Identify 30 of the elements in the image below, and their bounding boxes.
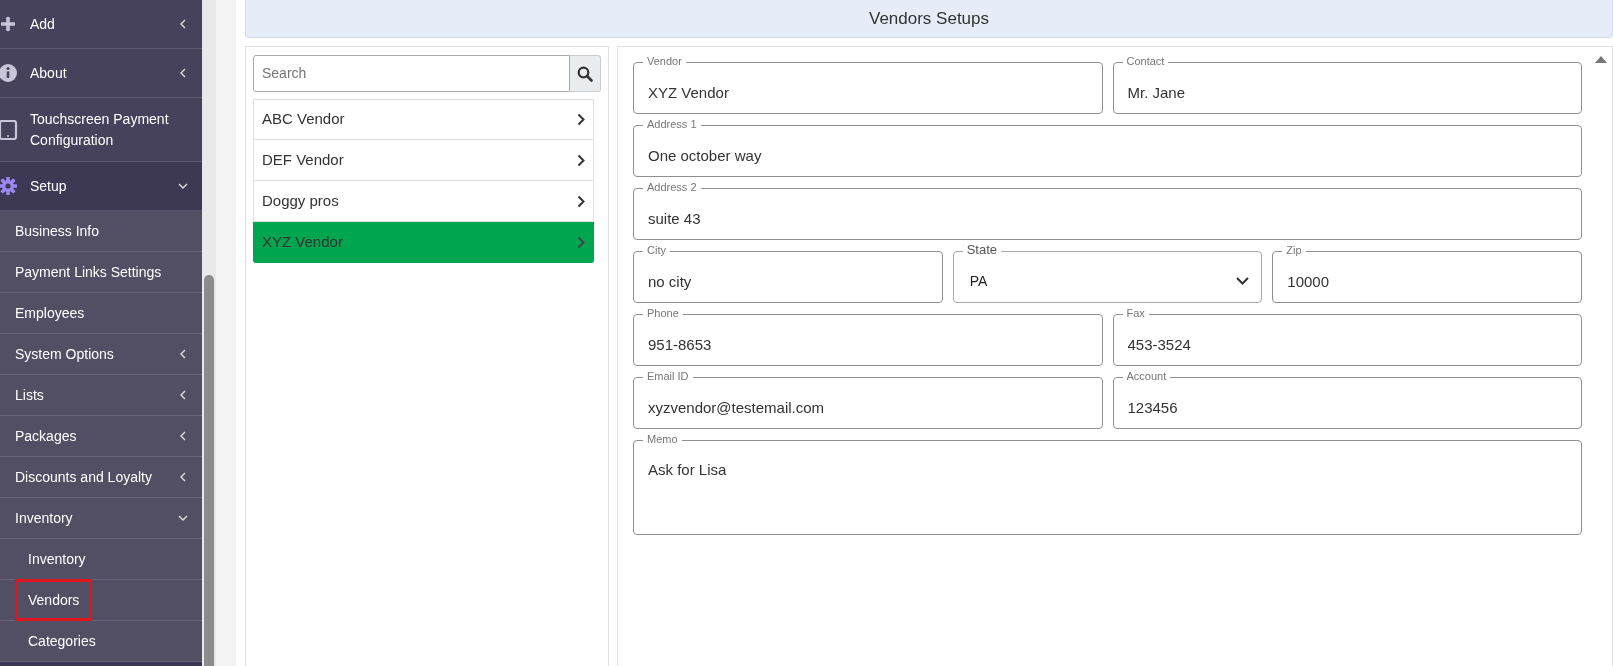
field-label: Address 2: [643, 180, 701, 194]
field-label: Account: [1122, 369, 1171, 383]
vendor-list-item[interactable]: XYZ Vendor: [253, 222, 594, 263]
field-label: Email ID: [643, 369, 693, 383]
field-label: Fax: [1122, 306, 1149, 320]
search-icon: [577, 65, 593, 82]
field-label: City: [643, 243, 670, 257]
chevron-down-icon: [1236, 277, 1250, 285]
chevron-right-icon: [577, 113, 585, 126]
field-label: State: [962, 243, 1002, 257]
page-title: Vendors Setups: [245, 0, 1613, 38]
scroll-up-arrow-icon[interactable]: [1595, 55, 1607, 63]
chevron-right-icon: [577, 235, 585, 249]
scrollbar-thumb[interactable]: [204, 275, 214, 666]
plus-icon: [0, 14, 18, 34]
sidebar-item[interactable]: Setup: [30, 175, 178, 197]
search-button[interactable]: [570, 55, 601, 92]
field-label: Vendor: [643, 54, 686, 68]
search-field[interactable]: Search: [253, 55, 570, 92]
field-label: Memo: [643, 432, 682, 446]
vendor-list-item[interactable]: Doggy pros: [253, 181, 594, 222]
tablet-icon: [0, 119, 18, 140]
chevron-right-icon: [577, 153, 585, 167]
field-label: Phone: [643, 306, 683, 320]
vendor-list-item[interactable]: DEF Vendor: [253, 140, 594, 181]
field-label: Contact: [1122, 54, 1169, 68]
vendor-list-item[interactable]: ABC Vendor: [253, 99, 594, 140]
field-label: Zip: [1282, 243, 1306, 257]
field-label: Address 1: [643, 117, 701, 131]
chevron-right-icon: [577, 194, 585, 208]
